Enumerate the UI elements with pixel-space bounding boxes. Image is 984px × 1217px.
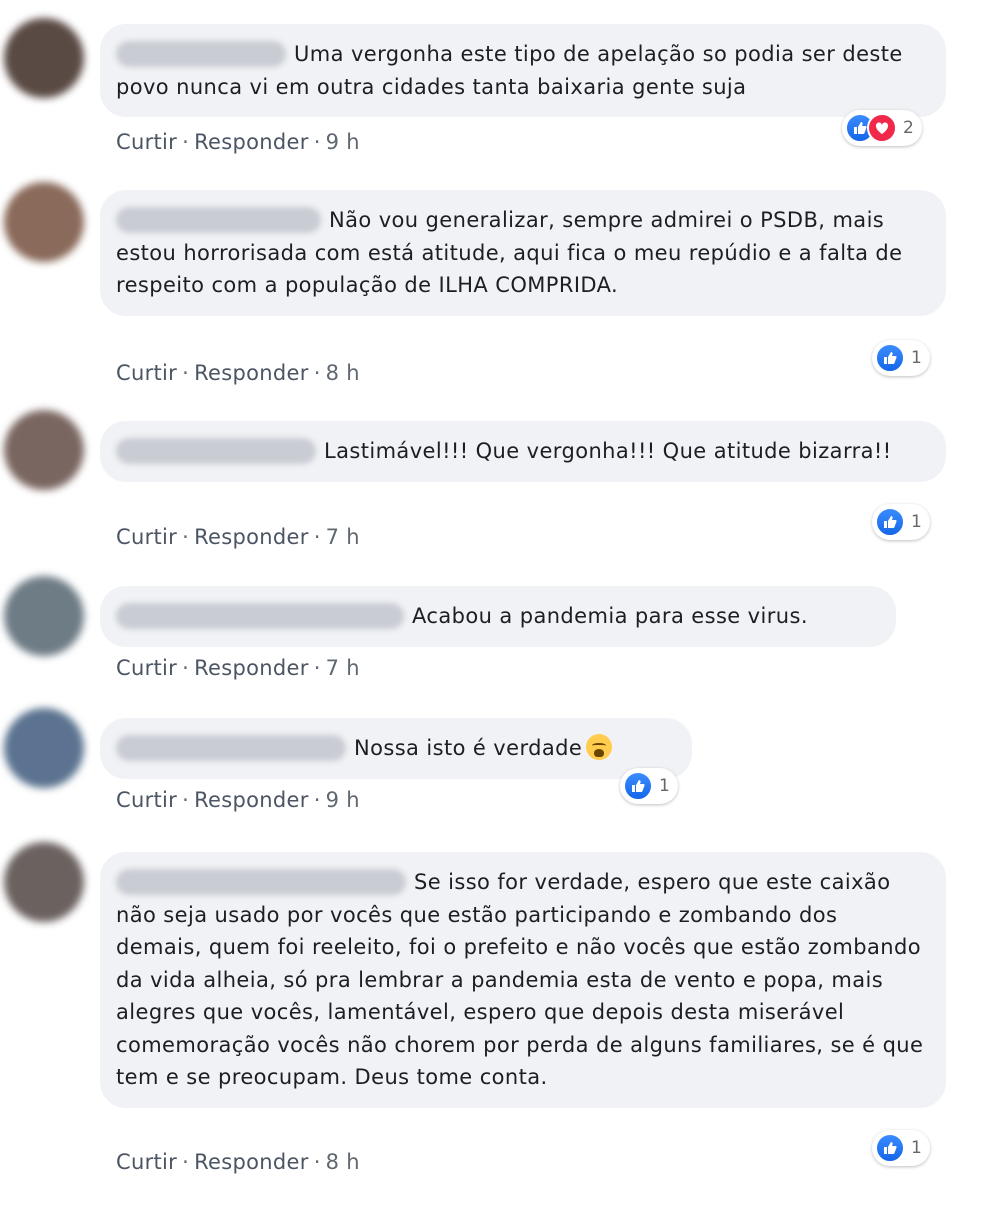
like-link[interactable]: Curtir (116, 361, 177, 385)
separator: · (182, 525, 190, 549)
reaction-count: 1 (911, 1138, 922, 1158)
comment-bubble: Se isso for verdade, espero que este cai… (100, 852, 946, 1108)
separator: · (313, 1150, 321, 1174)
reply-link[interactable]: Responder (194, 656, 309, 680)
comment-bubble: Uma vergonha este tipo de apelação so po… (100, 24, 946, 117)
separator: · (313, 525, 321, 549)
reply-link[interactable]: Responder (194, 1150, 309, 1174)
like-icon (875, 343, 905, 373)
like-link[interactable]: Curtir (116, 788, 177, 812)
comment-bubble: Acabou a pandemia para esse virus. (100, 586, 896, 647)
author-name-redacted[interactable] (116, 207, 321, 233)
comment-timestamp[interactable]: 9 h (326, 130, 360, 154)
like-icon (623, 771, 653, 801)
avatar[interactable] (4, 410, 84, 490)
separator: · (313, 788, 321, 812)
reaction-count: 1 (911, 512, 922, 532)
like-link[interactable]: Curtir (116, 130, 177, 154)
like-link[interactable]: Curtir (116, 656, 177, 680)
comment-text: Se isso for verdade, espero que este cai… (116, 870, 924, 1089)
comment-timestamp[interactable]: 8 h (326, 361, 360, 385)
reaction-summary[interactable]: 2 (842, 110, 922, 146)
avatar[interactable] (4, 18, 84, 98)
like-icon (875, 1133, 905, 1163)
author-name-redacted[interactable] (116, 735, 346, 761)
avatar[interactable] (4, 182, 84, 262)
comment-actions: Curtir · Responder · 9 h (116, 788, 360, 812)
author-name-redacted[interactable] (116, 41, 286, 67)
love-icon (867, 113, 897, 143)
separator: · (313, 361, 321, 385)
separator: · (182, 656, 190, 680)
comment-bubble: Nossa isto é verdade (100, 718, 692, 779)
author-name-redacted[interactable] (116, 869, 406, 895)
comment-timestamp[interactable]: 7 h (326, 525, 360, 549)
separator: · (313, 130, 321, 154)
like-link[interactable]: Curtir (116, 1150, 177, 1174)
reply-link[interactable]: Responder (194, 525, 309, 549)
reaction-summary[interactable]: 1 (872, 340, 930, 376)
comment-bubble: Lastimável!!! Que vergonha!!! Que atitud… (100, 421, 946, 482)
comment-text: Nossa isto é verdade (354, 736, 583, 760)
comment-actions: Curtir · Responder · 7 h (116, 656, 360, 680)
reply-link[interactable]: Responder (194, 788, 309, 812)
comment-text: Lastimável!!! Que vergonha!!! Que atitud… (324, 439, 892, 463)
reaction-summary[interactable]: 1 (872, 1130, 930, 1166)
comment-timestamp[interactable]: 9 h (326, 788, 360, 812)
comment-bubble: Não vou generalizar, sempre admirei o PS… (100, 190, 946, 316)
comment-timestamp[interactable]: 7 h (326, 656, 360, 680)
author-name-redacted[interactable] (116, 603, 404, 629)
avatar[interactable] (4, 708, 84, 788)
avatar[interactable] (4, 576, 84, 656)
like-icon (875, 507, 905, 537)
comment-actions: Curtir · Responder · 7 h (116, 525, 360, 549)
avatar[interactable] (4, 842, 84, 922)
like-link[interactable]: Curtir (116, 525, 177, 549)
separator: · (182, 130, 190, 154)
reaction-count: 1 (659, 776, 670, 796)
comment-text: Acabou a pandemia para esse virus. (412, 604, 808, 628)
reply-link[interactable]: Responder (194, 361, 309, 385)
comment-timestamp[interactable]: 8 h (326, 1150, 360, 1174)
reaction-count: 2 (903, 118, 914, 138)
separator: · (182, 1150, 190, 1174)
comment-actions: Curtir · Responder · 8 h (116, 1150, 360, 1174)
reply-link[interactable]: Responder (194, 130, 309, 154)
reaction-count: 1 (911, 348, 922, 368)
reaction-summary[interactable]: 1 (872, 504, 930, 540)
separator: · (313, 656, 321, 680)
separator: · (182, 361, 190, 385)
separator: · (182, 788, 190, 812)
reaction-summary[interactable]: 1 (620, 768, 678, 804)
crying-face-emoji (586, 734, 613, 760)
comment-actions: Curtir · Responder · 8 h (116, 361, 360, 385)
author-name-redacted[interactable] (116, 438, 316, 464)
comment-actions: Curtir · Responder · 9 h (116, 130, 360, 154)
